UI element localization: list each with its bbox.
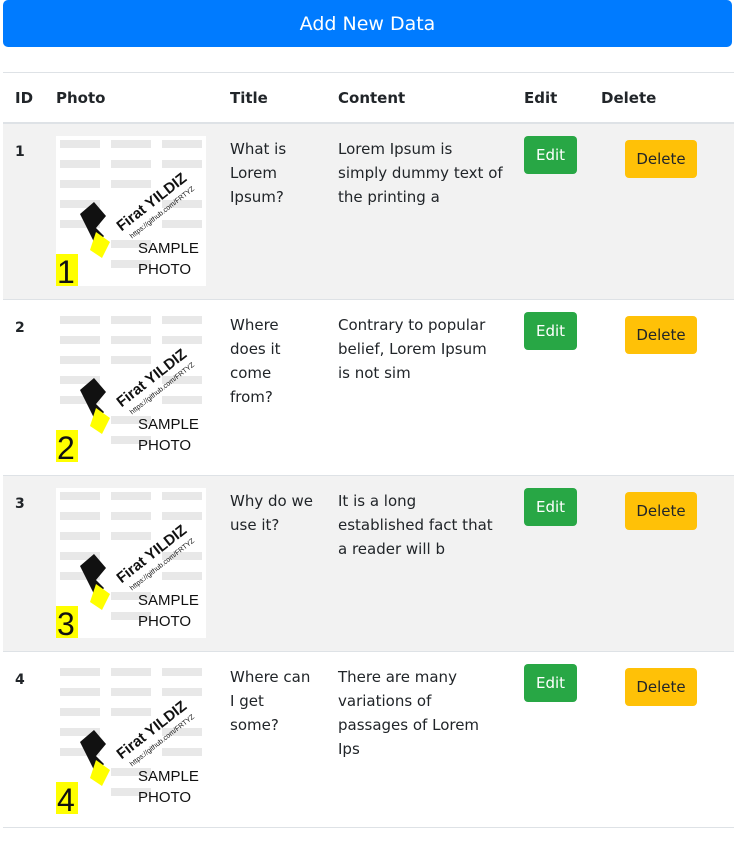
row-id: 4	[15, 672, 25, 688]
svg-text:SAMPLE: SAMPLE	[138, 240, 199, 257]
svg-text:PHOTO: PHOTO	[138, 789, 191, 806]
edit-button[interactable]: Edit	[524, 488, 577, 526]
svg-text:SAMPLE: SAMPLE	[138, 768, 199, 785]
row-title: Why do we use it?	[230, 492, 313, 534]
add-new-data-button[interactable]: Add New Data	[3, 0, 732, 47]
svg-text:PHOTO: PHOTO	[138, 261, 191, 278]
column-header-edit: Edit	[524, 89, 558, 107]
column-header-title: Title	[230, 89, 268, 107]
row-photo: Firat YILDIZ https://github.com/FRTYZ SA…	[56, 664, 206, 814]
row-content: Lorem Ipsum is simply dummy text of the …	[338, 140, 503, 206]
svg-text:3: 3	[57, 606, 75, 638]
row-title: Where can I get some?	[230, 668, 311, 734]
column-header-delete: Delete	[601, 89, 657, 107]
svg-text:SAMPLE: SAMPLE	[138, 416, 199, 433]
row-content: There are many variations of passages of…	[338, 668, 480, 758]
edit-button[interactable]: Edit	[524, 664, 577, 702]
row-id: 1	[15, 144, 25, 160]
svg-text:2: 2	[57, 430, 75, 462]
row-id: 2	[15, 320, 25, 336]
edit-button[interactable]: Edit	[524, 136, 577, 174]
edit-button[interactable]: Edit	[524, 312, 577, 350]
svg-text:4: 4	[57, 782, 75, 814]
delete-button[interactable]: Delete	[625, 668, 697, 706]
data-table: ID Photo Title Content Edit Delete 1 Fir…	[3, 72, 734, 828]
row-content: Contrary to popular belief, Lorem Ipsum …	[338, 316, 487, 382]
svg-text:PHOTO: PHOTO	[138, 613, 191, 630]
svg-text:1: 1	[57, 254, 75, 286]
table-row: 1 Firat YILDIZ https://github.com/FRTYZ …	[3, 124, 734, 300]
row-photo: Firat YILDIZ https://github.com/FRTYZ SA…	[56, 488, 206, 638]
svg-text:PHOTO: PHOTO	[138, 437, 191, 454]
svg-text:SAMPLE: SAMPLE	[138, 592, 199, 609]
delete-button[interactable]: Delete	[625, 140, 697, 178]
table-header: ID Photo Title Content Edit Delete	[3, 72, 734, 124]
column-header-id: ID	[15, 89, 34, 107]
row-title: What is Lorem Ipsum?	[230, 140, 287, 206]
row-id: 3	[15, 496, 25, 512]
delete-button[interactable]: Delete	[625, 492, 697, 530]
column-header-photo: Photo	[56, 89, 106, 107]
row-photo: Firat YILDIZ https://github.com/FRTYZ SA…	[56, 136, 206, 286]
delete-button[interactable]: Delete	[625, 316, 697, 354]
row-content: It is a long established fact that a rea…	[338, 492, 493, 558]
row-title: Where does it come from?	[230, 316, 281, 406]
column-header-content: Content	[338, 89, 406, 107]
table-row: 2 Firat YILDIZ https://github.com/FRTYZ …	[3, 300, 734, 476]
table-row: 3 Firat YILDIZ https://github.com/FRTYZ …	[3, 476, 734, 652]
table-row: 4 Firat YILDIZ https://github.com/FRTYZ …	[3, 652, 734, 828]
row-photo: Firat YILDIZ https://github.com/FRTYZ SA…	[56, 312, 206, 462]
